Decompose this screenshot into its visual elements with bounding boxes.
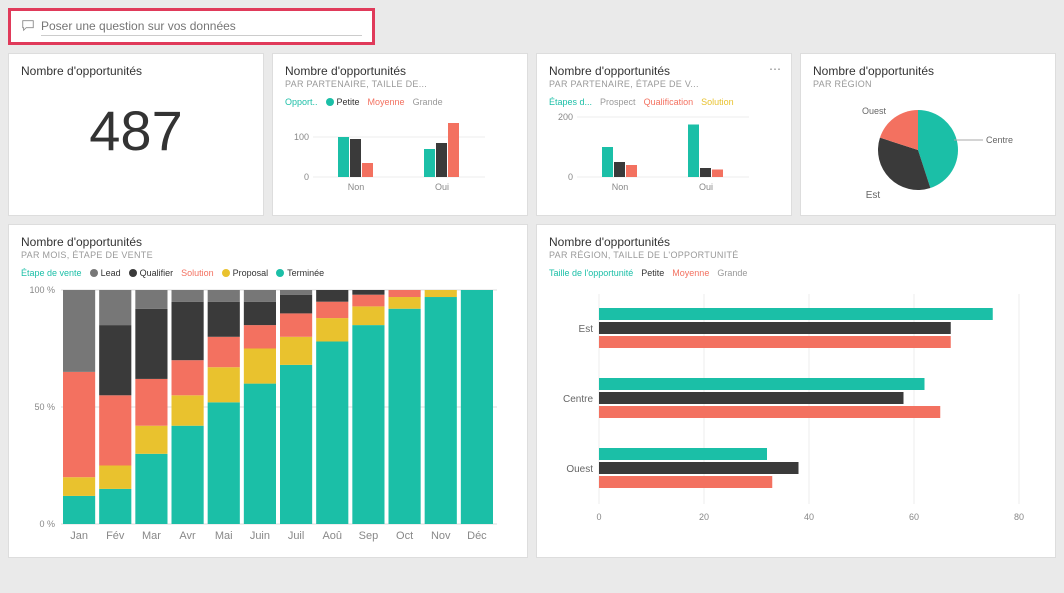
tile-subtitle: PAR RÉGION (813, 79, 1043, 89)
svg-text:50 %: 50 % (34, 402, 55, 412)
tile-menu-icon[interactable]: ⋯ (769, 62, 781, 76)
tile-region-size[interactable]: Nombre d'opportunités PAR RÉGION, TAILLE… (536, 224, 1056, 558)
svg-text:0: 0 (596, 512, 601, 522)
legend: Étapes d... Prospect Qualification Solut… (549, 97, 779, 107)
svg-text:Est: Est (579, 324, 594, 335)
qa-search-bar[interactable] (8, 8, 375, 45)
svg-text:Mai: Mai (215, 530, 233, 542)
chart-region-pie: Centre Est Ouest (828, 95, 1028, 205)
svg-text:Juin: Juin (250, 530, 270, 542)
qa-input[interactable] (41, 17, 362, 36)
svg-text:Oui: Oui (435, 182, 449, 192)
dashboard-grid: Nombre d'opportunités 487 Nombre d'oppor… (8, 53, 1056, 558)
chart-partner-size: 0 100 Non Oui (285, 113, 485, 193)
svg-text:Déc: Déc (467, 530, 487, 542)
svg-text:Nov: Nov (431, 530, 451, 542)
chart-partner-stage: 0 200 Non Oui (549, 113, 749, 193)
tile-partner-size[interactable]: Nombre d'opportunités PAR PARTENAIRE, TA… (272, 53, 528, 216)
tile-month-stage[interactable]: Nombre d'opportunités PAR MOIS, ÉTAPE DE… (8, 224, 528, 558)
svg-text:Aoû: Aoû (322, 530, 342, 542)
svg-text:20: 20 (699, 512, 709, 522)
legend-label: Étape de vente (21, 268, 82, 278)
tile-subtitle: PAR RÉGION, TAILLE DE L'OPPORTUNITÉ (549, 250, 1043, 260)
svg-text:100 %: 100 % (29, 285, 55, 295)
kpi-value: 487 (21, 98, 251, 163)
tile-title: Nombre d'opportunités (21, 64, 251, 78)
svg-text:Est: Est (866, 190, 881, 201)
tile-partner-stage[interactable]: ⋯ Nombre d'opportunités PAR PARTENAIRE, … (536, 53, 792, 216)
tile-subtitle: PAR MOIS, ÉTAPE DE VENTE (21, 250, 515, 260)
legend-label: Étapes d... (549, 97, 592, 107)
svg-text:Non: Non (348, 182, 365, 192)
svg-text:100: 100 (294, 132, 309, 142)
svg-text:Ouest: Ouest (566, 464, 593, 475)
chat-icon (21, 18, 35, 35)
svg-text:Ouest: Ouest (862, 106, 887, 116)
svg-text:Centre: Centre (986, 135, 1013, 145)
svg-text:0 %: 0 % (39, 519, 55, 529)
legend-label: Opport.. (285, 97, 318, 107)
svg-text:40: 40 (804, 512, 814, 522)
tile-kpi[interactable]: Nombre d'opportunités 487 (8, 53, 264, 216)
svg-text:Fév: Fév (106, 530, 125, 542)
chart-region-size: 0 20 40 60 80 Est Centre Ouest (549, 284, 1029, 524)
legend: Opport.. Petite Moyenne Grande (285, 97, 515, 107)
svg-text:0: 0 (568, 172, 573, 182)
svg-text:Oct: Oct (396, 530, 413, 542)
svg-text:Non: Non (612, 182, 629, 192)
svg-text:60: 60 (909, 512, 919, 522)
svg-text:Oui: Oui (699, 182, 713, 192)
chart-month-stage: 0 % 50 % 100 % Jan Fév Mar Avr Mai Juin Juil Aoû Se… (21, 284, 501, 544)
tile-title: Nombre d'opportunités (813, 64, 1043, 78)
svg-text:Juil: Juil (288, 530, 305, 542)
tile-title: Nombre d'opportunités (21, 235, 515, 249)
legend: Étape de vente Lead Qualifier Solution P… (21, 268, 515, 278)
svg-text:Mar: Mar (142, 530, 161, 542)
svg-text:Jan: Jan (70, 530, 88, 542)
svg-text:200: 200 (558, 113, 573, 122)
svg-text:0: 0 (304, 172, 309, 182)
svg-text:Avr: Avr (179, 530, 196, 542)
tile-subtitle: PAR PARTENAIRE, ÉTAPE DE V... (549, 79, 779, 89)
tile-region[interactable]: Nombre d'opportunités PAR RÉGION Centre E… (800, 53, 1056, 216)
legend: Taille de l'opportunité Petite Moyenne G… (549, 268, 1043, 278)
tile-subtitle: PAR PARTENAIRE, TAILLE DE... (285, 79, 515, 89)
svg-text:Sep: Sep (359, 530, 379, 542)
legend-label: Taille de l'opportunité (549, 268, 633, 278)
tile-title: Nombre d'opportunités (549, 235, 1043, 249)
tile-title: Nombre d'opportunités (549, 64, 779, 78)
tile-title: Nombre d'opportunités (285, 64, 515, 78)
svg-text:80: 80 (1014, 512, 1024, 522)
svg-text:Centre: Centre (563, 394, 593, 405)
